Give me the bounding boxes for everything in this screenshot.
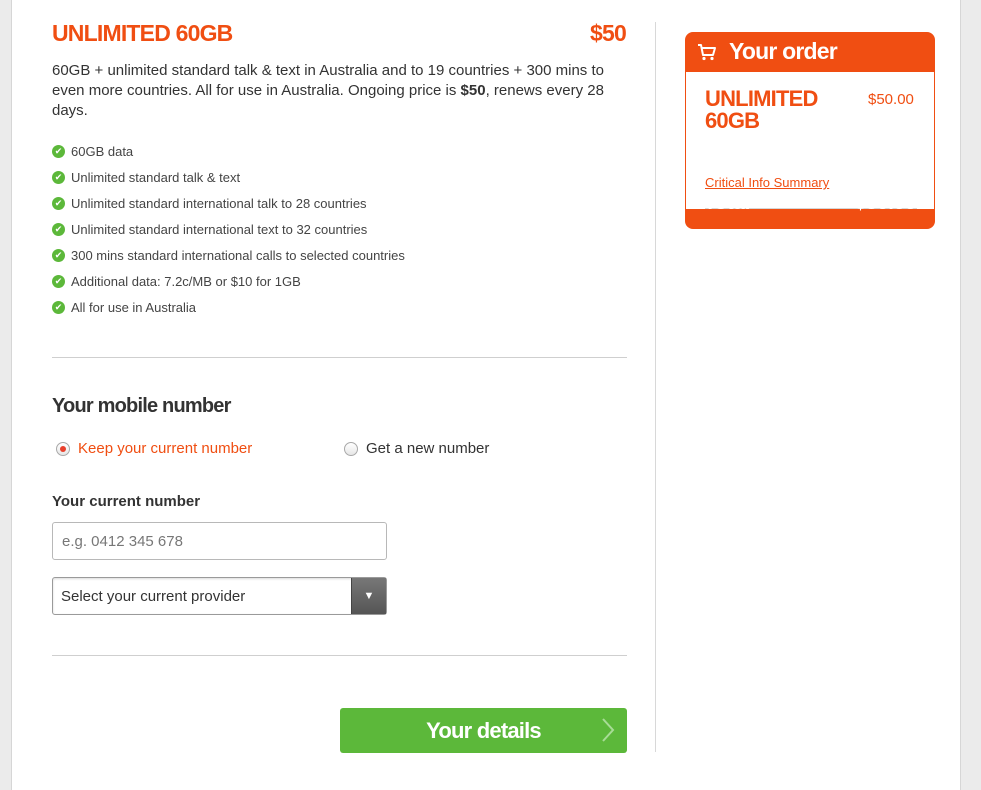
feature-label: 60GB data <box>71 143 134 159</box>
radio-unselected-icon[interactable] <box>344 441 358 456</box>
checkmark-icon: ✔ <box>52 222 65 236</box>
radio-selected-icon[interactable] <box>56 441 70 456</box>
plan-description: 60GB + unlimited standard talk & text in… <box>52 61 630 121</box>
radio-keep-number[interactable]: Keep your current number <box>56 440 252 457</box>
checkmark-icon: ✔ <box>52 248 65 262</box>
mobile-number-heading: Your mobile number <box>52 395 231 417</box>
feature-item: ✔ All for use in Australia <box>52 294 405 320</box>
order-title: Your order <box>729 38 838 64</box>
plan-price: $50 <box>590 20 627 46</box>
radio-new-number-label: Get a new number <box>366 440 490 457</box>
feature-label: All for use in Australia <box>71 299 197 315</box>
order-total-label: Total <box>704 192 751 214</box>
feature-label: Unlimited standard international talk to… <box>71 195 367 211</box>
your-details-button-label: Your details <box>426 718 541 743</box>
chevron-right-icon <box>602 718 615 742</box>
current-number-input[interactable] <box>52 522 387 560</box>
order-plan-name: UNLIMITED 60GB <box>705 86 818 133</box>
critical-info-summary-link[interactable]: Critical Info Summary <box>705 175 829 190</box>
column-divider <box>655 22 656 752</box>
order-summary-panel: Your order UNLIMITED 60GB $50.00 Critica… <box>685 32 935 229</box>
feature-label: 300 mins standard international calls to… <box>71 247 405 263</box>
feature-item: ✔ 60GB data <box>52 138 405 164</box>
plan-title: UNLIMITED 60GB <box>52 20 233 46</box>
triangle-down-icon[interactable]: ▼ <box>351 578 386 614</box>
feature-label: Unlimited standard talk & text <box>71 169 241 185</box>
radio-new-number[interactable]: Get a new number <box>344 440 489 457</box>
checkmark-icon: ✔ <box>52 144 65 158</box>
order-header: Your order <box>685 32 935 72</box>
your-details-button[interactable]: Your details <box>340 708 627 753</box>
feature-item: ✔ 300 mins standard international calls t… <box>52 242 405 268</box>
order-total-value: $50.00 <box>854 192 916 214</box>
feature-label: Unlimited standard international text to… <box>71 221 368 237</box>
feature-item: ✔ Unlimited standard international text t… <box>52 216 405 242</box>
page-content: UNLIMITED 60GB $50 60GB + unlimited stan… <box>11 0 961 790</box>
feature-item: ✔ Unlimited standard talk & text <box>52 164 405 190</box>
feature-label: Additional data: 7.2c/MB or $10 for 1GB <box>71 273 301 289</box>
feature-list: ✔ 60GB data ✔ Unlimited standard talk & te… <box>52 138 405 320</box>
order-plan-price: $50.00 <box>868 91 914 108</box>
section-divider <box>52 655 627 656</box>
plan-ongoing-price: $50 <box>460 82 486 99</box>
order-body: UNLIMITED 60GB $50.00 Critical Info Summ… <box>686 72 934 209</box>
checkmark-icon: ✔ <box>52 300 65 314</box>
radio-keep-number-label: Keep your current number <box>78 440 253 457</box>
provider-select-value: Select your current provider <box>61 588 246 605</box>
checkmark-icon: ✔ <box>52 196 65 210</box>
current-number-label: Your current number <box>52 493 201 510</box>
shopping-cart-icon <box>698 44 716 61</box>
feature-item: ✔ Additional data: 7.2c/MB or $10 for 1GB <box>52 268 405 294</box>
feature-item: ✔ Unlimited standard international talk t… <box>52 190 405 216</box>
section-divider <box>52 357 627 358</box>
checkmark-icon: ✔ <box>52 274 65 288</box>
provider-select[interactable]: Select your current provider ▼ <box>52 577 387 615</box>
checkmark-icon: ✔ <box>52 170 65 184</box>
